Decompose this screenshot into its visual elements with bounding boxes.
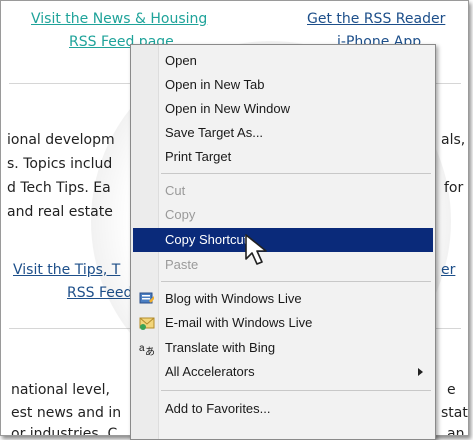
menu-item-email-windows-live[interactable]: E-mail with Windows Live	[133, 311, 433, 335]
tips-rss-link-right[interactable]: er	[441, 262, 455, 278]
menu-item-save-target[interactable]: Save Target As...	[133, 121, 433, 145]
blog-icon	[139, 292, 154, 304]
menu-separator	[161, 173, 431, 174]
paragraph-text: e	[447, 382, 456, 398]
menu-item-open[interactable]: Open	[133, 49, 433, 73]
menu-separator	[161, 390, 431, 391]
news-housing-rss-link[interactable]: Visit the News & Housing	[31, 11, 207, 27]
paragraph-text: stat	[441, 405, 468, 421]
menu-item-label: E-mail with Windows Live	[165, 315, 313, 330]
paragraph-text: est news and in	[11, 405, 122, 421]
paragraph-text: ional developm	[7, 132, 115, 148]
context-menu: Open Open in New Tab Open in New Window …	[130, 44, 436, 440]
menu-item-label: Translate with Bing	[165, 340, 276, 355]
submenu-arrow-icon	[418, 368, 423, 376]
menu-item-translate-bing[interactable]: a あ Translate with Bing	[133, 336, 433, 360]
menu-item-copy[interactable]: Copy	[133, 203, 433, 227]
menu-item-label: All Accelerators	[165, 364, 255, 379]
menu-item-paste[interactable]: Paste	[133, 253, 433, 277]
menu-item-add-favorites[interactable]: Add to Favorites...	[133, 397, 433, 421]
menu-item-copy-shortcut[interactable]: Copy Shortcut	[133, 228, 433, 252]
paragraph-text: or industries. C	[11, 426, 118, 436]
tips-rss-link-line2[interactable]: RSS Feed	[67, 285, 132, 301]
mouse-pointer-icon	[245, 234, 267, 265]
email-icon	[139, 317, 155, 330]
menu-item-print-target[interactable]: Print Target	[133, 145, 433, 169]
paragraph-text: national level,	[11, 382, 110, 398]
paragraph-text: s. Topics includ	[7, 156, 113, 172]
menu-item-all-accelerators[interactable]: All Accelerators	[133, 360, 433, 384]
translate-icon: a あ	[139, 343, 155, 356]
menu-item-blog-windows-live[interactable]: Blog with Windows Live	[133, 287, 433, 311]
svg-text:あ: あ	[145, 346, 155, 356]
paragraph-text: als,	[441, 132, 466, 148]
menu-item-open-new-tab[interactable]: Open in New Tab	[133, 73, 433, 97]
menu-item-label: Blog with Windows Live	[165, 291, 302, 306]
menu-separator	[161, 281, 431, 282]
menu-item-cut[interactable]: Cut	[133, 179, 433, 203]
paragraph-text: d Tech Tips. Ea	[7, 180, 111, 196]
paragraph-text: and real estate	[7, 204, 113, 220]
paragraph-text: an	[447, 426, 465, 436]
tips-rss-link[interactable]: Visit the Tips, T	[13, 262, 120, 278]
menu-item-open-new-window[interactable]: Open in New Window	[133, 97, 433, 121]
get-rss-reader-link[interactable]: Get the RSS Reader	[307, 11, 445, 27]
paragraph-text: for	[444, 180, 464, 196]
